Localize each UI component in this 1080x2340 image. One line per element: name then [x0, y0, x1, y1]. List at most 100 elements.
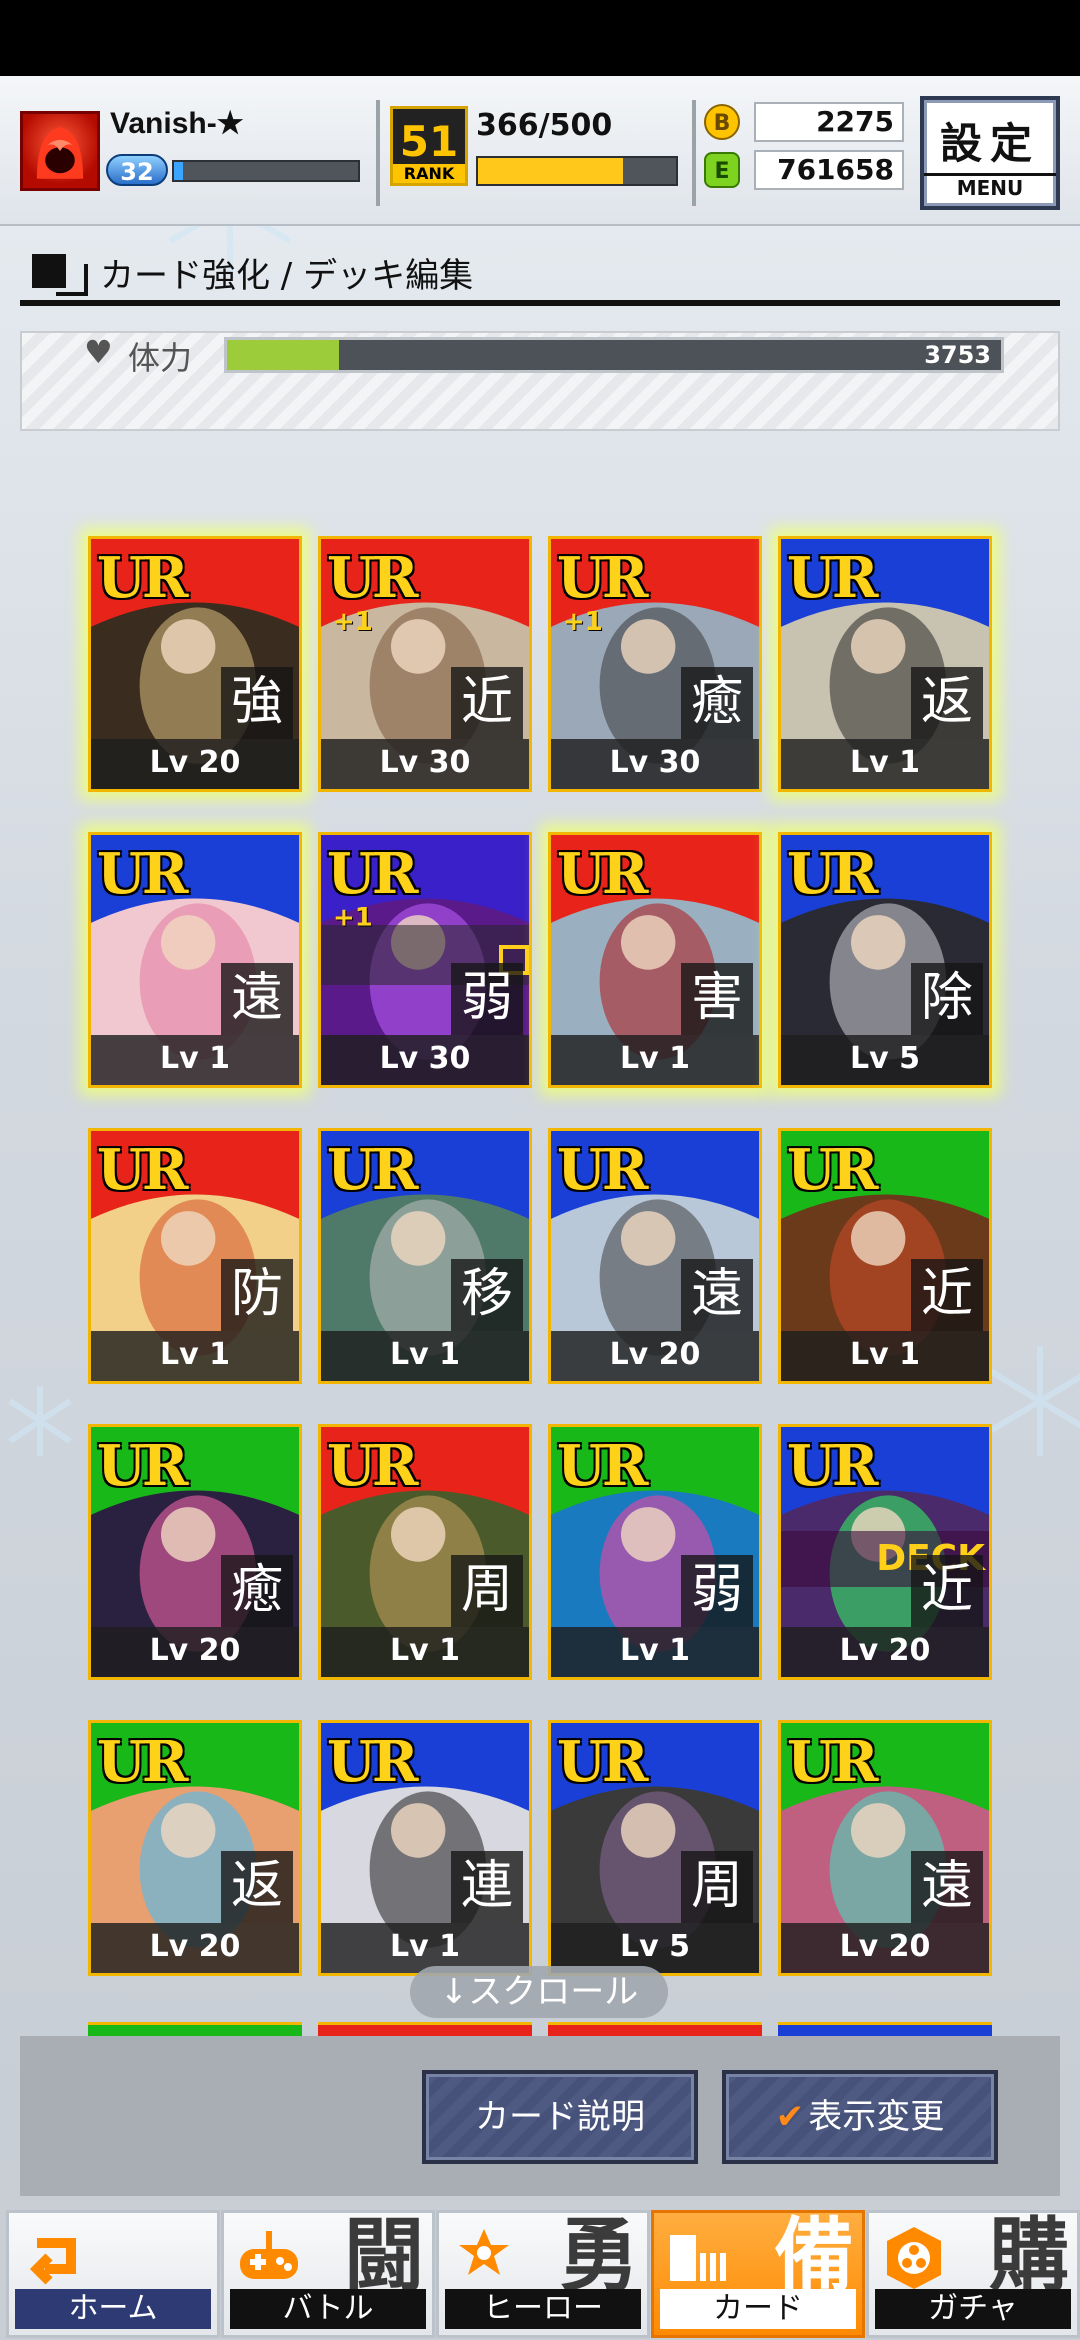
- home-icon: [19, 2223, 89, 2293]
- coin-icon: B: [704, 104, 740, 140]
- nav-label: バトル: [230, 2289, 426, 2329]
- card-tile[interactable]: UR 連 Lv 1: [318, 1720, 532, 1976]
- card-level: Lv 30: [321, 1035, 529, 1085]
- card-tile-partial[interactable]: [778, 2022, 992, 2036]
- card-level: Lv 20: [551, 1331, 759, 1381]
- card-tile[interactable]: UR 除 Lv 5: [778, 832, 992, 1088]
- card-type: 防: [221, 1259, 293, 1331]
- nav-item[interactable]: 備カード: [651, 2210, 865, 2338]
- nav-big-glyph: 購: [989, 2209, 1069, 2302]
- card-tile-partial[interactable]: [548, 2022, 762, 2036]
- nav-label: ヒーロー: [445, 2289, 641, 2329]
- hp-bar: 3753: [224, 337, 1004, 373]
- energy-icon: E: [704, 152, 740, 188]
- card-type: 強: [221, 667, 293, 739]
- bottom-nav: ホーム闘バトル勇ヒーロー備カード購ガチャ: [0, 2206, 1080, 2340]
- divider: [692, 100, 696, 206]
- card-level: Lv 1: [781, 1331, 989, 1381]
- coin-counter: B 2275: [704, 102, 904, 142]
- card-rarity: UR: [557, 841, 648, 907]
- card-level: Lv 1: [781, 739, 989, 789]
- display-change-button[interactable]: ✔ 表示変更: [722, 2070, 998, 2164]
- card-tile[interactable]: UR 周 Lv 5: [548, 1720, 762, 1976]
- card-rarity: UR: [97, 545, 188, 611]
- card-type: 癒: [681, 667, 753, 739]
- card-rarity: UR: [787, 545, 878, 611]
- card-type: 癒: [221, 1555, 293, 1627]
- card-tile[interactable]: UR 害 Lv 1: [548, 832, 762, 1088]
- card-tile[interactable]: UR +1 弱 Lv 30: [318, 832, 532, 1088]
- card-rarity: UR: [327, 1729, 418, 1795]
- rank-badge: 51 RANK: [390, 106, 468, 186]
- settings-button[interactable]: 設定 MENU: [920, 96, 1060, 210]
- card-info-button[interactable]: カード説明: [422, 2070, 698, 2164]
- card-level: Lv 1: [321, 1627, 529, 1677]
- card-tile[interactable]: UR 癒 Lv 20: [88, 1424, 302, 1680]
- card-tile[interactable]: UR +1 癒 Lv 30: [548, 536, 762, 792]
- card-rarity: UR: [327, 1137, 418, 1203]
- card-rarity: UR: [97, 1137, 188, 1203]
- card-level: Lv 20: [91, 1923, 299, 1973]
- card-tile[interactable]: UR +1 近 Lv 30: [318, 536, 532, 792]
- card-tile-partial[interactable]: [88, 2022, 302, 2036]
- nav-item[interactable]: 闘バトル: [221, 2210, 435, 2338]
- exp-bar-fill: [174, 162, 184, 180]
- settings-sublabel: MENU: [924, 173, 1056, 200]
- card-tile[interactable]: UR 防 Lv 1: [88, 1128, 302, 1384]
- card-type: 連: [451, 1851, 523, 1923]
- card-type: 遠: [221, 963, 293, 1035]
- nav-label: ガチャ: [875, 2289, 1071, 2329]
- card-rarity: UR: [557, 1137, 648, 1203]
- card-tile[interactable]: UR 返 Lv 1: [778, 536, 992, 792]
- card-info-label: カード説明: [475, 2097, 645, 2137]
- card-level: Lv 30: [551, 739, 759, 789]
- card-tile[interactable]: UR 遠 Lv 1: [88, 832, 302, 1088]
- player-level-badge: 32: [106, 154, 168, 186]
- stamina-text: 366/500: [476, 108, 613, 143]
- nav-item[interactable]: 購ガチャ: [866, 2210, 1080, 2338]
- page-title: カード強化 / デッキ編集: [100, 256, 474, 296]
- hp-bar-fill: [227, 340, 340, 370]
- card-type: 弱: [451, 963, 523, 1035]
- energy-value: 761658: [754, 150, 904, 190]
- card-rarity: UR: [787, 841, 878, 907]
- card-tile-partial[interactable]: [318, 2022, 532, 2036]
- nav-item[interactable]: ホーム: [6, 2210, 220, 2338]
- status-bar: Vanish-★ 32 51 RANK 366/500 B 2275 E 761…: [0, 76, 1080, 226]
- card-tile[interactable]: UR 弱 Lv 1: [548, 1424, 762, 1680]
- card-level: Lv 1: [551, 1035, 759, 1085]
- heart-icon: ♥: [84, 333, 113, 371]
- title-underline: [20, 300, 1060, 306]
- avatar-icon: [36, 126, 84, 179]
- nav-big-glyph: 備: [774, 2209, 854, 2302]
- card-level: Lv 5: [781, 1035, 989, 1085]
- card-tile[interactable]: UR 近 Lv 1: [778, 1128, 992, 1384]
- card-tile[interactable]: URDECK近Lv 20: [778, 1424, 992, 1680]
- nav-big-glyph: 闘: [344, 2209, 424, 2302]
- card-tile[interactable]: UR 遠 Lv 20: [778, 1720, 992, 1976]
- nav-item[interactable]: 勇ヒーロー: [436, 2210, 650, 2338]
- card-tile[interactable]: UR 強 Lv 20: [88, 536, 302, 792]
- card-grid: UR 強 Lv 20 UR +1 近 Lv 30 UR +1 癒 Lv 30 UR 返 Lv 1 UR 遠 Lv…: [0, 436, 1080, 2036]
- card-rarity: UR: [557, 545, 648, 611]
- hp-value: 3753: [924, 341, 991, 369]
- player-name: Vanish-★: [110, 107, 244, 140]
- card-level: Lv 20: [91, 739, 299, 789]
- settings-label: 設定: [939, 119, 1040, 168]
- card-tile[interactable]: UR 遠 Lv 20: [548, 1128, 762, 1384]
- action-panel: カード説明 ✔ 表示変更: [20, 2036, 1060, 2196]
- nav-label: カード: [660, 2289, 856, 2329]
- card-rarity: UR: [97, 1433, 188, 1499]
- card-type: 弱: [681, 1555, 753, 1627]
- gacha-icon: [879, 2223, 949, 2293]
- card-type: 周: [681, 1851, 753, 1923]
- card-level: Lv 1: [551, 1627, 759, 1677]
- card-type: 害: [681, 963, 753, 1035]
- card-plus: +1: [333, 607, 373, 637]
- card-level: Lv 20: [91, 1627, 299, 1677]
- card-level: Lv 20: [781, 1923, 989, 1973]
- card-tile[interactable]: UR 周 Lv 1: [318, 1424, 532, 1680]
- card-tile[interactable]: UR 返 Lv 20: [88, 1720, 302, 1976]
- card-tile[interactable]: UR 移 Lv 1: [318, 1128, 532, 1384]
- player-avatar[interactable]: [20, 111, 100, 191]
